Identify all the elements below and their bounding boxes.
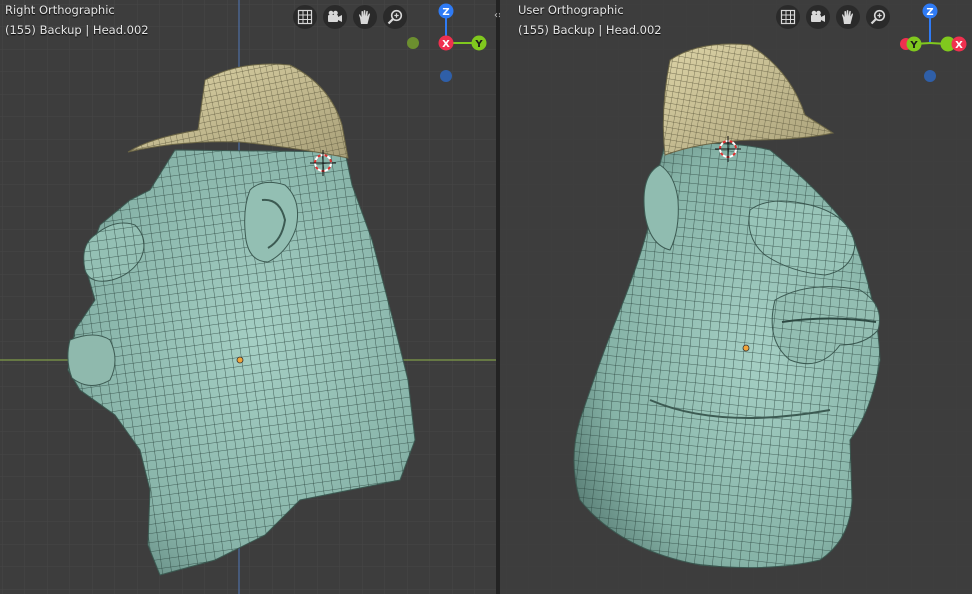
object-origin-dot — [742, 344, 750, 352]
svg-text:X: X — [442, 39, 450, 50]
svg-text:Z: Z — [926, 7, 933, 18]
hand-icon — [842, 10, 853, 24]
navigation-gizmo[interactable]: Z Y X — [892, 0, 972, 90]
object-origin-dot — [236, 356, 244, 364]
zoom-icon — [387, 9, 403, 25]
viewport-navigation-toolbar — [776, 5, 890, 29]
gizmo-negative-z[interactable] — [924, 70, 936, 82]
view-name-label: Right Orthographic — [5, 3, 115, 17]
blender-3d-viewport-area: Right Orthographic (155) Backup | Head.0… — [0, 0, 972, 594]
camera-view-button[interactable] — [806, 5, 830, 29]
camera-icon — [328, 10, 342, 22]
hand-icon — [359, 10, 370, 24]
viewport-navigation-toolbar — [293, 5, 407, 29]
svg-text:Z: Z — [442, 7, 449, 18]
camera-view-button[interactable] — [323, 5, 347, 29]
pan-view-button[interactable] — [353, 5, 377, 29]
toggle-grid-button[interactable] — [776, 5, 800, 29]
svg-text:Y: Y — [474, 39, 483, 50]
gizmo-negative-y[interactable] — [407, 37, 419, 49]
svg-text:X: X — [955, 40, 963, 51]
viewport-right-orthographic[interactable]: Right Orthographic (155) Backup | Head.0… — [0, 0, 496, 594]
pan-view-button[interactable] — [836, 5, 860, 29]
object-info-label: (155) Backup | Head.002 — [518, 23, 662, 37]
navigation-gizmo[interactable]: Z X Y — [402, 0, 496, 90]
zoom-view-button[interactable] — [866, 5, 890, 29]
grid-icon — [780, 9, 796, 25]
svg-text:Y: Y — [909, 40, 918, 51]
grid-icon — [297, 9, 313, 25]
viewport-user-orthographic[interactable]: User Orthographic (155) Backup | Head.00… — [500, 0, 972, 594]
gizmo-negative-z[interactable] — [440, 70, 452, 82]
camera-icon — [811, 10, 825, 22]
view-name-label: User Orthographic — [518, 3, 624, 17]
zoom-icon — [870, 9, 886, 25]
object-info-label: (155) Backup | Head.002 — [5, 23, 149, 37]
toggle-grid-button[interactable] — [293, 5, 317, 29]
